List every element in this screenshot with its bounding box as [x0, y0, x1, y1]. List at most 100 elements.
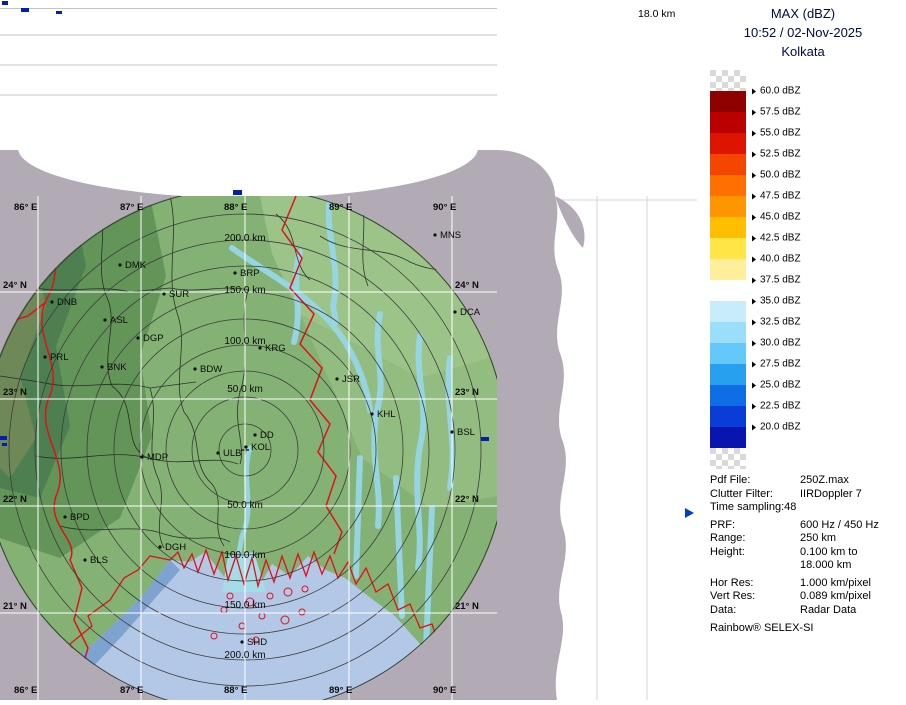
- metadata-label: Clutter Filter:: [710, 488, 773, 502]
- datetime-label: 10:52 / 02-Nov-2025: [700, 25, 906, 40]
- tick-text: 60.0 dBZ: [760, 86, 801, 97]
- lon-label: 88° E: [224, 202, 247, 213]
- legend-tick-label: 57.5 dBZ: [752, 107, 801, 118]
- legend-color-band: [710, 343, 746, 364]
- metadata-row: Vert Res:0.089 km/pixel: [710, 590, 906, 604]
- metadata-value: 250 km: [800, 532, 836, 546]
- city-label: BNK: [107, 362, 127, 373]
- tick-arrow-icon: [752, 361, 756, 367]
- tick-text: 30.0 dBZ: [760, 338, 801, 349]
- tick-arrow-icon: [752, 88, 756, 94]
- tick-text: 22.5 dBZ: [760, 401, 801, 412]
- lat-label: 23° N: [455, 387, 479, 398]
- legend-tick-label: 32.5 dBZ: [752, 317, 801, 328]
- city-marker-dot: [162, 292, 165, 295]
- tick-arrow-icon: [752, 424, 756, 430]
- tick-text: 52.5 dBZ: [760, 149, 801, 160]
- tick-text: 32.5 dBZ: [760, 317, 801, 328]
- tick-text: 45.0 dBZ: [760, 212, 801, 223]
- legend-tick-label: 20.0 dBZ: [752, 422, 801, 433]
- lat-label: 21° N: [455, 601, 479, 612]
- legend-tick-label: 27.5 dBZ: [752, 359, 801, 370]
- legend-color-band: [710, 301, 746, 322]
- tick-text: 35.0 dBZ: [760, 296, 801, 307]
- metadata-label: Time sampling:: [710, 501, 784, 513]
- tick-text: 47.5 dBZ: [760, 191, 801, 202]
- lat-label: 22° N: [455, 494, 479, 505]
- city-marker-dot: [50, 300, 53, 303]
- city-label: BRP: [240, 268, 260, 279]
- city-label: DCA: [460, 307, 481, 318]
- radar-map: 200.0 km150.0 km100.0 km50.0 km50.0 km10…: [0, 196, 497, 700]
- legend-tick-label: 52.5 dBZ: [752, 149, 801, 160]
- legend-color-band: [710, 280, 746, 301]
- metadata-value: 1.000 km/pixel: [800, 577, 871, 591]
- tick-arrow-icon: [752, 382, 756, 388]
- radar-map-panel: 200.0 km150.0 km100.0 km50.0 km50.0 km10…: [0, 196, 497, 700]
- radar-echo-speck: [2, 1, 8, 5]
- city-label: ULB: [223, 448, 241, 459]
- lon-label: 86° E: [14, 685, 37, 696]
- city-label: BPD: [70, 512, 90, 523]
- range-ring-label: 200.0 km: [224, 650, 265, 661]
- metadata-block: Pdf File: 250Z.max Clutter Filter: IIRDoppl…: [710, 474, 906, 617]
- metadata-value: 250Z.max: [800, 474, 849, 488]
- tick-text: 37.5 dBZ: [760, 275, 801, 286]
- city-marker-dot: [103, 318, 106, 321]
- tick-text: 25.0 dBZ: [760, 380, 801, 391]
- metadata-row: Data:Radar Data: [710, 604, 906, 618]
- city-label: DNB: [57, 297, 77, 308]
- city-marker-dot: [453, 310, 456, 313]
- legend-color-band: [710, 175, 746, 196]
- legend-color-band: [710, 112, 746, 133]
- lat-label: 23° N: [3, 387, 27, 398]
- metadata-value: 0.100 km to: [800, 546, 857, 560]
- legend-color-band: [710, 322, 746, 343]
- legend-tick-label: 22.5 dBZ: [752, 401, 801, 412]
- lon-label: 89° E: [329, 202, 352, 213]
- legend-tick-label: 30.0 dBZ: [752, 338, 801, 349]
- metadata-row: PRF:600 Hz / 450 Hz: [710, 519, 906, 533]
- legend-color-band: [710, 133, 746, 154]
- legend-tick-label: 40.0 dBZ: [752, 254, 801, 265]
- city-label: BDW: [200, 364, 222, 375]
- legend-color-band: [710, 154, 746, 175]
- legend-scale-labels: 60.0 dBZ57.5 dBZ55.0 dBZ52.5 dBZ50.0 dBZ…: [752, 70, 902, 448]
- city-label: DMK: [125, 260, 147, 271]
- city-label: KHL: [377, 409, 395, 420]
- lon-label: 89° E: [329, 685, 352, 696]
- metadata-value: Radar Data: [800, 604, 856, 618]
- lat-label: 24° N: [455, 280, 479, 291]
- city-marker-dot: [433, 233, 436, 236]
- city-marker-dot: [83, 558, 86, 561]
- city-marker-dot: [240, 640, 243, 643]
- metadata-value: IIRDoppler 7: [800, 488, 862, 502]
- lat-label: 24° N: [3, 280, 27, 291]
- legend-colorbar: [710, 70, 746, 469]
- tick-arrow-icon: [752, 277, 756, 283]
- product-title: MAX (dBZ): [700, 6, 906, 21]
- metadata-value: 600 Hz / 450 Hz: [800, 519, 879, 533]
- city-marker-dot: [63, 515, 66, 518]
- tick-arrow-icon: [752, 298, 756, 304]
- metadata-label: Height:: [710, 546, 745, 560]
- metadata-value: 0.089 km/pixel: [800, 590, 871, 604]
- city-marker-dot: [258, 346, 261, 349]
- metadata-label: Pdf File:: [710, 474, 750, 488]
- legend-color-band: [710, 196, 746, 217]
- lon-label: 87° E: [120, 685, 143, 696]
- metadata-value: 18.000 km: [800, 559, 851, 573]
- tick-text: 55.0 dBZ: [760, 128, 801, 139]
- city-label: MNS: [440, 230, 461, 241]
- tick-text: 40.0 dBZ: [760, 254, 801, 265]
- city-marker-dot: [335, 377, 338, 380]
- station-label: Kolkata: [700, 44, 906, 59]
- coverage-boundary-wedge: [497, 150, 555, 196]
- city-label: KOL: [251, 442, 270, 453]
- range-ring-label: 150.0 km: [224, 600, 265, 611]
- city-label: PRL: [50, 352, 68, 363]
- city-label: JSR: [342, 374, 360, 385]
- tick-text: 20.0 dBZ: [760, 422, 801, 433]
- metadata-row: Pdf File: 250Z.max: [710, 474, 906, 488]
- side-profile-graphic: [497, 196, 697, 700]
